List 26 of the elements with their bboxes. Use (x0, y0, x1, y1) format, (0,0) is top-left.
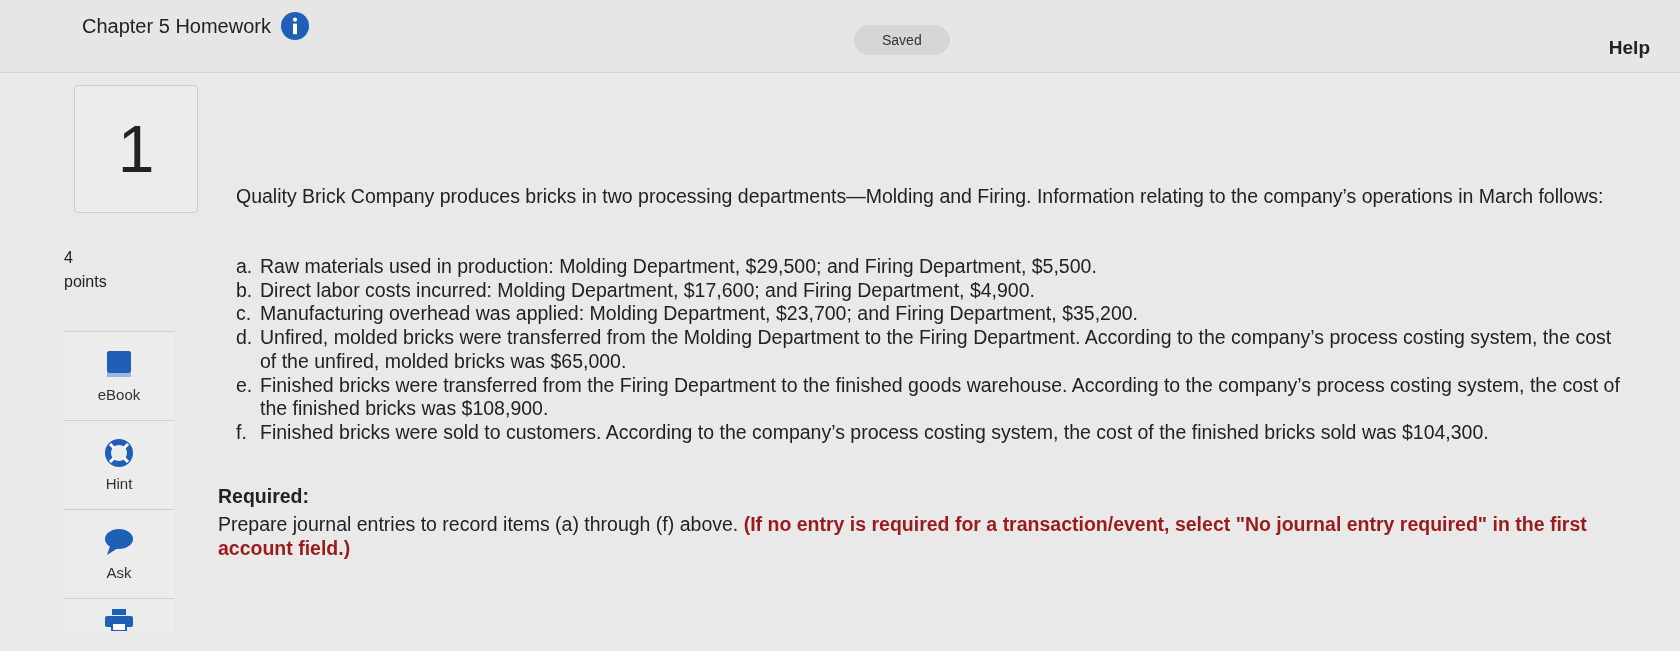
item-letter: b. (236, 278, 254, 303)
item-text: Finished bricks were transferred from the Firing Department to the finished goods warehouse. According to the company’s process costing system, the cost of the finished bricks was $108,900. (260, 373, 1620, 422)
help-link[interactable]: Help (1608, 37, 1650, 59)
instruction-text: Prepare journal entries to record items (a) through (f) above. (If no entry is required for a transaction/event, select "No journal entry required" in the first account field.) (218, 512, 1588, 561)
item-text: Finished bricks were sold to customers. According to the company’s process costing system, the cost of the finished bricks sold was $104,300. (260, 421, 1489, 446)
required-heading: Required: (218, 485, 309, 509)
problem-intro: Quality Brick Company produces bricks in two processing departments—Molding and Firing. Information relating to the company’s operations in March follows: (235, 185, 1605, 209)
assignment-title: Chapter 5 Homework (82, 14, 271, 38)
saved-status: Saved (853, 25, 950, 55)
printer-icon (104, 609, 134, 631)
item-text: Direct labor costs incurred: Molding Department, $17,600; and Firing Department, $4,900. (260, 278, 1035, 303)
item-text: Unfired, molded bricks were transferred from the Molding Department to the Firing Department. According to the company’s process costing system, the cost of the unfired, molded bricks was $65,000. (260, 326, 1613, 374)
points-label: points (64, 273, 107, 291)
points-value: 4 (64, 249, 73, 267)
question-number: 1 (74, 85, 198, 213)
item-letter: f. (236, 421, 248, 446)
info-icon[interactable] (280, 12, 309, 40)
book-icon (106, 349, 132, 378)
item-letter: d. (236, 326, 254, 351)
item-text: Manufacturing overhead was applied: Molding Department, $23,700; and Firing Department, $35,200. (260, 302, 1139, 327)
item-letter: e. (236, 373, 254, 398)
item-text: Raw materials used in production: Molding Department, $29,500; and Firing Department, $5,500. (260, 254, 1097, 279)
speech-bubble-icon (104, 527, 134, 556)
lifebuoy-icon (105, 438, 133, 467)
item-letter: a. (236, 254, 254, 279)
item-letter: c. (236, 302, 253, 327)
